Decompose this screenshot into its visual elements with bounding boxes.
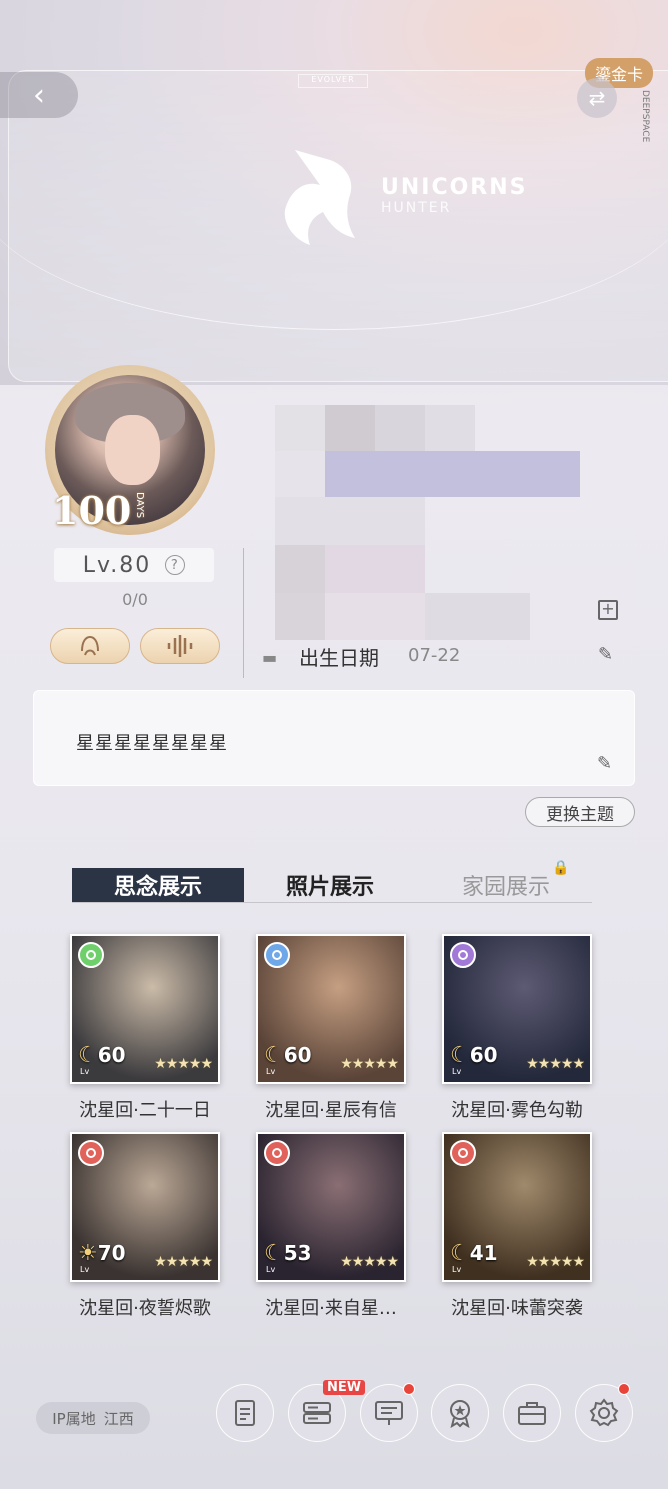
star-rating: ★★★★★ (526, 1254, 585, 1270)
cake-icon: ▬ (262, 648, 278, 667)
star-rating: ★★★★★ (340, 1056, 399, 1072)
rarity-dot (78, 1140, 104, 1166)
new-badge: NEW (323, 1380, 366, 1395)
star-rating: ★★★★★ (526, 1056, 585, 1072)
notification-dot (403, 1383, 415, 1395)
moon-icon: ☾ (78, 1043, 98, 1068)
card-lv-label: Lv (80, 1067, 90, 1076)
rarity-dot (450, 942, 476, 968)
days-badge: 100 (52, 488, 132, 533)
list-icon (303, 1402, 331, 1424)
info-divider (243, 548, 244, 678)
memory-card[interactable]: ☾60 Lv ★★★★★ (442, 934, 592, 1084)
back-button[interactable]: ‹ (0, 72, 78, 118)
change-theme-button[interactable]: 更换主题 (525, 797, 635, 827)
profile-banner: EVOLVER UNICORNS HUNTER DEEPSPACE (0, 0, 668, 385)
card-lv-label: Lv (266, 1067, 276, 1076)
card-level: ☾60 (450, 1043, 498, 1068)
moon-icon: ☾ (264, 1241, 284, 1266)
tab-photos[interactable]: 照片展示 (250, 868, 410, 902)
audio-button[interactable] (140, 628, 220, 664)
briefcase-button[interactable] (503, 1384, 561, 1442)
edit-signature-icon[interactable]: ✎ (597, 753, 612, 774)
edit-birthday-icon[interactable]: ✎ (598, 644, 613, 665)
moon-icon: ☾ (264, 1043, 284, 1068)
birthday-label: 出生日期 (299, 646, 379, 670)
card-lv-label: Lv (80, 1265, 90, 1274)
moon-icon: ☾ (450, 1043, 470, 1068)
memory-card[interactable]: ☾41 Lv ★★★★★ (442, 1132, 592, 1282)
sound-wave-icon (167, 635, 193, 657)
card-level: ☾41 (450, 1241, 498, 1266)
badge-button[interactable] (431, 1384, 489, 1442)
signature-box[interactable]: 星星星星星星星星 ✎ (33, 690, 635, 786)
card-title: 沈星回·二十一日 (79, 1100, 211, 1121)
gear-icon (589, 1398, 619, 1427)
tab-memories[interactable]: 思念展示 (72, 868, 244, 902)
memory-card[interactable]: ☾60 Lv ★★★★★ (256, 934, 406, 1084)
card-level: ☀70 (78, 1241, 126, 1266)
rarity-dot (264, 942, 290, 968)
voice-button[interactable] (50, 628, 130, 664)
tabs-underline (72, 902, 592, 903)
ip-label: IP属地 (52, 1409, 96, 1428)
sun-icon: ☀ (78, 1241, 98, 1266)
briefcase-icon (518, 1402, 546, 1425)
signature-text: 星星星星星星星星 (76, 733, 228, 754)
ip-location: IP属地 江西 (36, 1402, 150, 1434)
badge-icon (450, 1400, 470, 1428)
card-lv-label: Lv (452, 1067, 462, 1076)
swap-arrows-icon: ⇄ (588, 86, 606, 110)
evolver-label: EVOLVER (298, 74, 368, 88)
chevron-left-icon: ‹ (33, 77, 45, 113)
brand-line2: HUNTER (381, 199, 452, 216)
card-title: 沈星回·星辰有信 (265, 1100, 397, 1121)
brand-line1: UNICORNS (381, 174, 528, 200)
help-icon[interactable]: ? (165, 555, 186, 575)
card-level: ☾53 (264, 1241, 312, 1266)
memory-card[interactable]: ☾60 Lv ★★★★★ (70, 934, 220, 1084)
card-title: 沈星回·夜誓烬歌 (79, 1298, 211, 1319)
card-level: ☾60 (78, 1043, 126, 1068)
birthday-value: 07-22 (408, 645, 461, 666)
days-sub-label: DAYS (134, 492, 145, 519)
star-rating: ★★★★★ (340, 1254, 399, 1270)
document-icon (235, 1400, 255, 1426)
exp-text: 0/0 (122, 590, 148, 609)
star-rating: ★★★★★ (154, 1254, 213, 1270)
lock-icon: 🔒 (552, 860, 570, 876)
settings-notification-dot (618, 1383, 630, 1395)
rarity-dot (450, 1140, 476, 1166)
deepspace-label: DEEPSPACE (640, 90, 650, 143)
card-level: ☾60 (264, 1043, 312, 1068)
rarity-dot (264, 1140, 290, 1166)
card-title: 沈星回·来自星… (265, 1298, 397, 1319)
moon-icon: ☾ (450, 1241, 470, 1266)
brand-logo: UNICORNS HUNTER (275, 140, 528, 250)
swap-button[interactable]: ⇄ (577, 78, 617, 118)
ip-value: 江西 (103, 1409, 134, 1428)
document-button[interactable] (216, 1384, 274, 1442)
unicorn-icon (275, 140, 375, 250)
redacted-info (275, 405, 585, 640)
memory-card[interactable]: ☀70 Lv ★★★★★ (70, 1132, 220, 1282)
card-lv-label: Lv (452, 1265, 462, 1274)
star-rating: ★★★★★ (154, 1056, 213, 1072)
card-title: 沈星回·雾色勾勒 (451, 1100, 583, 1121)
add-icon[interactable]: + (598, 600, 618, 620)
card-lv-label: Lv (266, 1265, 276, 1274)
headset-icon (81, 635, 99, 656)
level-text: Lv.80 (82, 552, 152, 578)
chat-board-icon (375, 1401, 403, 1425)
rarity-dot (78, 942, 104, 968)
level-box: Lv.80 ? (54, 548, 214, 582)
memory-card[interactable]: ☾53 Lv ★★★★★ (256, 1132, 406, 1282)
card-title: 沈星回·味蕾突袭 (451, 1298, 583, 1319)
